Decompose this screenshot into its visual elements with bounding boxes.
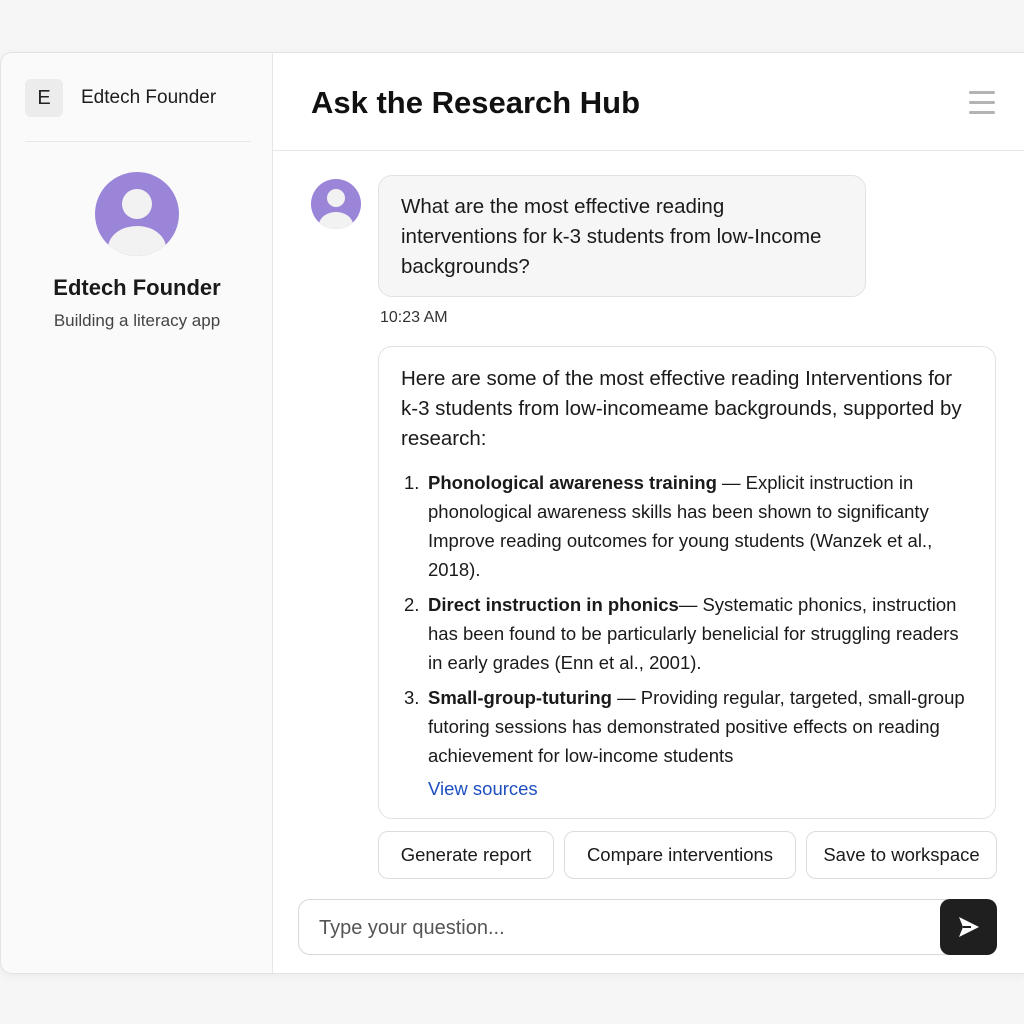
list-item: 2. Direct instruction in phonics— System… bbox=[401, 590, 973, 677]
list-item-number: 2. bbox=[404, 594, 420, 615]
list-item-number: 1. bbox=[404, 472, 420, 493]
user-avatar-icon bbox=[311, 179, 361, 229]
profile-subtitle: Building a literacy app bbox=[53, 311, 221, 330]
chat-panel: Ask the Research Hub What are the most e… bbox=[273, 53, 1024, 973]
send-arrow-icon[interactable] bbox=[940, 899, 997, 955]
page-title: Ask the Research Hub bbox=[311, 85, 641, 120]
chat-header: Ask the Research Hub bbox=[273, 53, 1024, 151]
app-window: E Edtech Founder Edtech Founder Building… bbox=[0, 52, 1024, 974]
hamburger-menu-icon[interactable] bbox=[969, 91, 995, 115]
generate-report-button[interactable]: Generate report bbox=[378, 831, 554, 879]
ai-response-intro: Here are some of the most effective read… bbox=[401, 367, 962, 450]
list-item-separator: — bbox=[611, 687, 641, 708]
ai-response-bubble: Here are some of the most effective read… bbox=[378, 346, 996, 819]
user-message-bubble: What are the most effective reading inte… bbox=[378, 175, 866, 297]
list-item-term: Direct instruction in phonics bbox=[428, 594, 679, 615]
list-item-term: Small-group-tuturing bbox=[428, 687, 612, 708]
view-sources-link[interactable]: View sources bbox=[428, 778, 538, 800]
intervention-list: 1. Phonological awareness training — Exp… bbox=[401, 468, 973, 770]
list-item-number: 3. bbox=[404, 687, 420, 708]
compare-interventions-button[interactable]: Compare interventions bbox=[564, 831, 796, 879]
composer bbox=[298, 899, 996, 955]
list-item: 3. Small-group-tuturing — Providing regu… bbox=[401, 683, 973, 770]
list-item-separator: — bbox=[716, 472, 746, 493]
question-input[interactable] bbox=[317, 910, 921, 946]
list-item-term: Phonological awareness training bbox=[428, 472, 717, 493]
person-avatar-icon bbox=[95, 172, 179, 256]
save-to-workspace-button[interactable]: Save to workspace bbox=[806, 831, 997, 879]
profile-name: Edtech Founder bbox=[53, 275, 221, 300]
list-item-separator: — bbox=[678, 594, 703, 615]
workspace-badge: E bbox=[25, 79, 63, 117]
workspace-header[interactable]: E Edtech Founder bbox=[25, 79, 251, 142]
message-timestamp: 10:23 AM bbox=[380, 309, 448, 326]
action-buttons: Generate report Compare interventions Sa… bbox=[378, 831, 998, 879]
sidebar: E Edtech Founder Edtech Founder Building… bbox=[1, 53, 273, 973]
list-item: 1. Phonological awareness training — Exp… bbox=[401, 468, 973, 584]
workspace-name: Edtech Founder bbox=[81, 87, 217, 108]
